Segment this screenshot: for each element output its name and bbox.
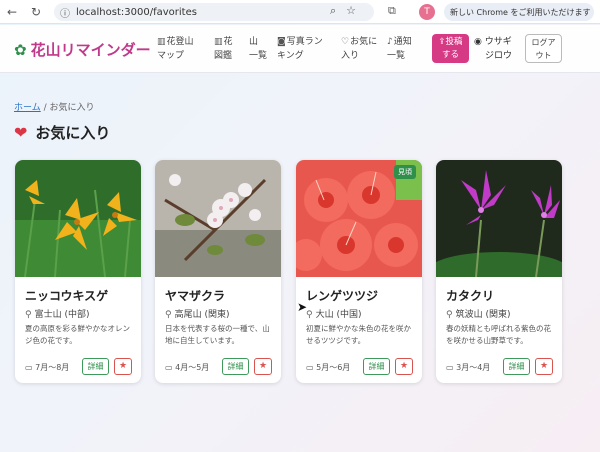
- url-text: localhost:3000/favorites: [76, 6, 197, 18]
- nav-flower-hiking-map[interactable]: ▥花登山 マップ: [157, 35, 194, 63]
- nav-notifications[interactable]: ♪通知 一覧: [387, 35, 412, 63]
- star-icon: ★: [399, 361, 409, 371]
- favorite-star-button[interactable]: ★: [254, 358, 272, 375]
- flower-name: ニッコウキスゲ: [25, 289, 109, 303]
- page-title: ❤ お気に入り: [14, 123, 111, 142]
- flower-name: レンゲツツジ: [306, 289, 379, 303]
- map-icon: ▥: [157, 37, 166, 47]
- flower-name: ヤマザクラ: [165, 289, 226, 303]
- flower-card[interactable]: ニッコウキスゲ ⚲ 富士山 (中部) 夏の高原を彩る鮮やかなオレンジ色の花です。 …: [15, 160, 141, 383]
- profile-avatar[interactable]: T: [419, 4, 435, 20]
- flower-card[interactable]: ヤマザクラ ⚲ 高尾山 (関東) 日本を代表する桜の一種で、山地に自生しています。…: [155, 160, 281, 383]
- flower-photo: [15, 160, 141, 277]
- upload-icon: ⇪: [438, 37, 446, 47]
- flower-name: カタクリ: [446, 289, 495, 303]
- flower-location: ⚲ 富士山 (中部): [25, 310, 90, 320]
- logout-button[interactable]: ログア ウト: [525, 34, 562, 63]
- flower-photo: [155, 160, 281, 277]
- nav-mountain-list[interactable]: 山 一覧: [249, 35, 267, 63]
- flower-location: ⚲ 筑波山 (関東): [446, 310, 511, 320]
- extensions-icon[interactable]: ⧉: [388, 4, 396, 18]
- favorite-star-button[interactable]: ★: [114, 358, 132, 375]
- flower-photo: [436, 160, 562, 277]
- flower-logo-icon: ✿: [14, 40, 27, 59]
- logo-text: 花山リマインダー: [30, 41, 151, 59]
- chrome-update-button[interactable]: 新しい Chrome をご利用いただけます: [444, 3, 594, 21]
- browser-toolbar: ← ↻ ⓘ localhost:3000/favorites ⌕ ☆ ⧉ T 新…: [0, 0, 600, 24]
- nav-favorites[interactable]: ♡お気に 入り: [341, 35, 377, 63]
- address-bar[interactable]: ⓘ localhost:3000/favorites: [54, 3, 374, 21]
- post-button[interactable]: ⇪投稿 する: [432, 34, 469, 63]
- calendar-icon: ▭: [446, 363, 454, 372]
- favorite-star-button[interactable]: ★: [535, 358, 553, 375]
- user-menu[interactable]: ◉ ウサギ ジロウ: [474, 35, 512, 63]
- camera-icon: ◙: [277, 37, 286, 47]
- breadcrumb-current: お気に入り: [49, 103, 95, 113]
- nav-flower-encyclopedia[interactable]: ▥花 図鑑: [214, 35, 233, 63]
- zoom-icon[interactable]: ⌕: [330, 4, 336, 18]
- bookmark-star-icon[interactable]: ☆: [346, 4, 356, 18]
- site-info-icon[interactable]: ⓘ: [60, 5, 70, 20]
- detail-button[interactable]: 詳細: [82, 358, 109, 375]
- flower-description: 初夏に鮮やかな朱色の花を咲かせるツツジです。: [306, 324, 411, 345]
- book-icon: ▥: [214, 37, 223, 47]
- bloom-period: ▭ 5月〜6月: [306, 363, 351, 372]
- in-season-badge: 見頃: [394, 165, 416, 179]
- location-pin-icon: ⚲: [446, 310, 453, 320]
- star-icon: ★: [539, 361, 549, 371]
- back-arrow-icon[interactable]: ←: [2, 5, 22, 19]
- heart-outline-icon: ♡: [341, 37, 350, 47]
- flower-location: ⚲ 大山 (中国): [306, 310, 362, 320]
- location-pin-icon: ⚲: [25, 310, 32, 320]
- bloom-period: ▭ 4月〜5月: [165, 363, 210, 372]
- mouse-cursor-icon: ➤: [297, 300, 308, 314]
- user-icon: ◉: [474, 37, 482, 47]
- app-header: ✿ 花山リマインダー ▥花登山 マップ ▥花 図鑑 山 一覧 ◙写真ラン キング…: [0, 25, 600, 73]
- star-icon: ★: [118, 361, 128, 371]
- flower-description: 夏の高原を彩る鮮やかなオレンジ色の花です。: [25, 324, 130, 345]
- flower-card[interactable]: カタクリ ⚲ 筑波山 (関東) 春の妖精とも呼ばれる紫色の花を咲かせる山野草です。…: [436, 160, 562, 383]
- calendar-icon: ▭: [25, 363, 33, 372]
- location-pin-icon: ⚲: [165, 310, 172, 320]
- favorite-star-button[interactable]: ★: [395, 358, 413, 375]
- flower-description: 日本を代表する桜の一種で、山地に自生しています。: [165, 324, 270, 345]
- flower-description: 春の妖精とも呼ばれる紫色の花を咲かせる山野草です。: [446, 324, 551, 345]
- breadcrumb-home-link[interactable]: ホーム: [14, 103, 41, 113]
- nav-photo-ranking[interactable]: ◙写真ラン キング: [277, 35, 323, 63]
- calendar-icon: ▭: [306, 363, 314, 372]
- logo[interactable]: ✿ 花山リマインダー: [14, 39, 151, 60]
- detail-button[interactable]: 詳細: [503, 358, 530, 375]
- bloom-period: ▭ 7月〜8月: [25, 363, 70, 372]
- bloom-period: ▭ 3月〜4月: [446, 363, 491, 372]
- reload-icon[interactable]: ↻: [26, 5, 46, 19]
- breadcrumb: ホーム / お気に入り: [14, 103, 95, 113]
- flower-card[interactable]: 見頃 レンゲツツジ ⚲ 大山 (中国) 初夏に鮮やかな朱色の花を咲かせるツツジです…: [296, 160, 422, 383]
- flower-photo: 見頃: [296, 160, 422, 277]
- detail-button[interactable]: 詳細: [363, 358, 390, 375]
- bell-icon: ♪: [387, 37, 393, 47]
- star-icon: ★: [258, 361, 268, 371]
- flower-location: ⚲ 高尾山 (関東): [165, 310, 230, 320]
- calendar-icon: ▭: [165, 363, 173, 372]
- detail-button[interactable]: 詳細: [222, 358, 249, 375]
- heart-icon: ❤: [14, 123, 28, 142]
